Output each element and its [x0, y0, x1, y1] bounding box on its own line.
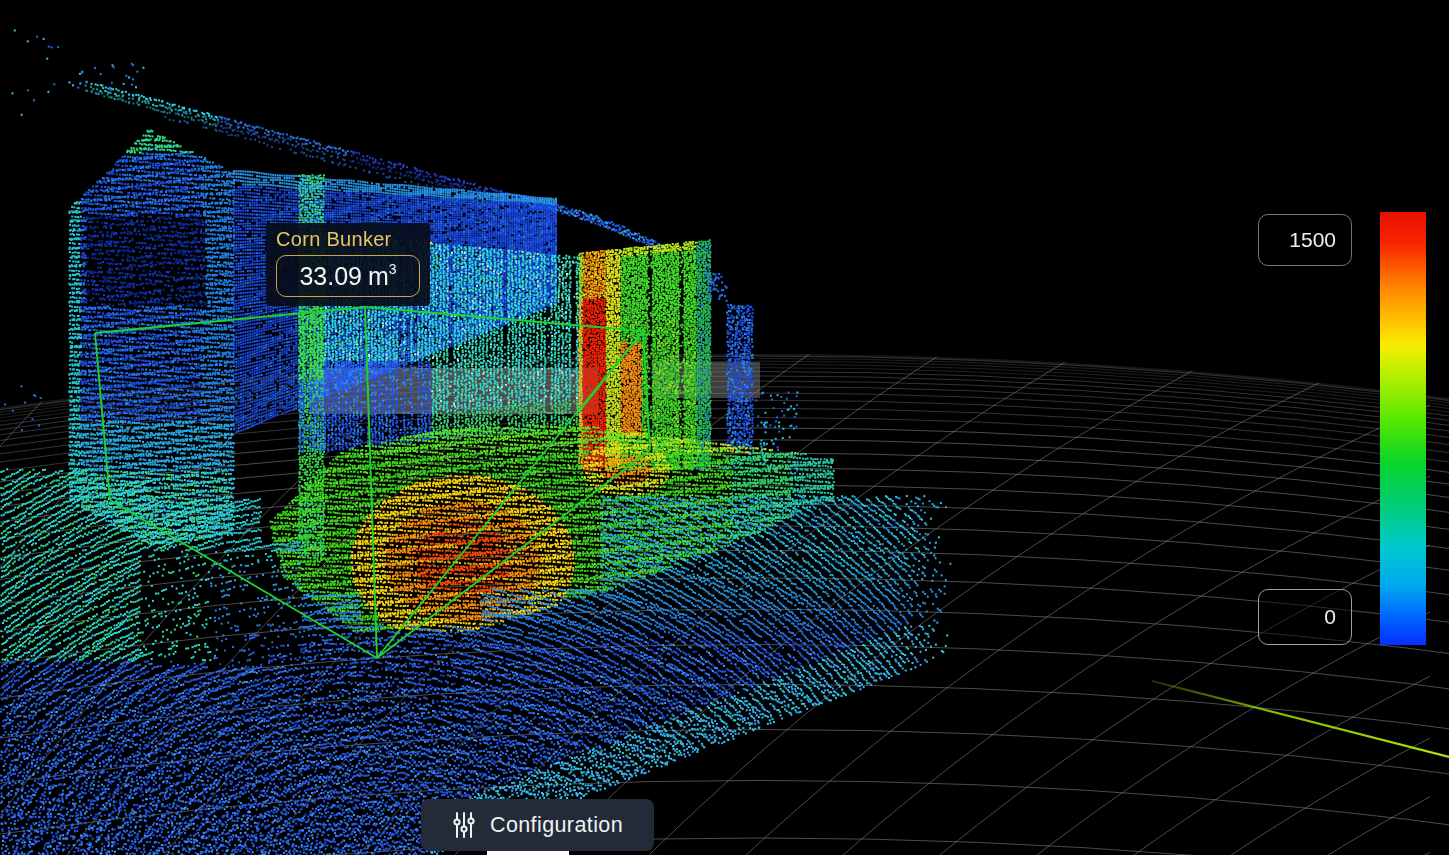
bottom-indicator [487, 851, 569, 855]
legend-min-input[interactable] [1258, 589, 1352, 645]
tooltip-unit: m [368, 262, 389, 291]
color-scale-bar [1380, 212, 1426, 645]
configuration-button[interactable]: Configuration [421, 799, 654, 851]
measurement-tooltip: Corn Bunker 33.09 m3 [266, 223, 430, 306]
legend-max-input[interactable] [1258, 214, 1352, 266]
point-cloud-canvas[interactable] [0, 0, 1449, 855]
point-cloud-viewport[interactable]: Corn Bunker 33.09 m3 Configuration [0, 0, 1449, 855]
tooltip-title: Corn Bunker [276, 228, 420, 251]
tooltip-value: 33.09 [299, 262, 362, 291]
tooltip-value-box: 33.09 m3 [276, 255, 420, 297]
sliders-icon [452, 812, 476, 838]
configuration-label: Configuration [490, 813, 623, 838]
